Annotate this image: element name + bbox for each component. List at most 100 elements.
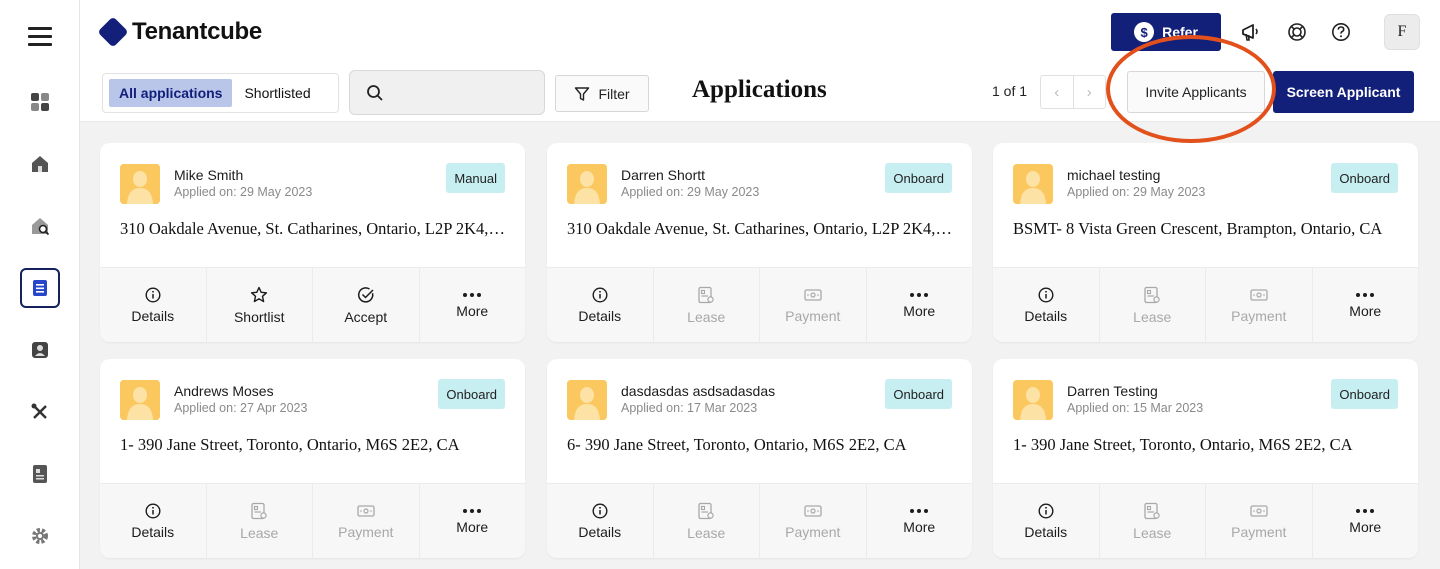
- status-badge: Onboard: [885, 163, 952, 193]
- more-icon: [1355, 508, 1375, 514]
- tab-shortlisted[interactable]: Shortlisted: [234, 79, 320, 107]
- sidebar-item-tenants[interactable]: [20, 330, 60, 370]
- action-label: Details: [131, 307, 175, 324]
- property-address: 1- 390 Jane Street, Toronto, Ontario, M6…: [120, 435, 460, 454]
- sidebar-item-documents[interactable]: [20, 454, 60, 494]
- payment-icon: [1249, 503, 1269, 519]
- shortlist-action-button[interactable]: Shortlist: [207, 268, 313, 342]
- action-label: More: [903, 302, 936, 319]
- help-icon: [1332, 23, 1350, 41]
- card-action-bar: Details Lease Payment More: [993, 267, 1418, 342]
- more-action-button[interactable]: More: [1313, 484, 1419, 558]
- applicant-avatar: [1013, 380, 1053, 420]
- applicant-name: Mike Smith: [174, 167, 244, 183]
- help-button[interactable]: [1329, 20, 1353, 44]
- payment-action-button[interactable]: Payment: [313, 484, 420, 558]
- star-icon: [250, 286, 268, 304]
- more-action-button[interactable]: More: [420, 268, 526, 342]
- application-card[interactable]: Andrews Moses Applied on: 27 Apr 2023 On…: [100, 359, 525, 558]
- sidebar-item-applications[interactable]: [20, 268, 60, 308]
- invite-applicants-button[interactable]: Invite Applicants: [1127, 71, 1265, 113]
- more-action-button[interactable]: More: [867, 484, 973, 558]
- more-action-button[interactable]: More: [1313, 268, 1419, 342]
- announcements-button[interactable]: [1239, 20, 1263, 44]
- previous-page-button[interactable]: ‹: [1041, 76, 1074, 108]
- more-icon: [462, 292, 482, 298]
- sidebar-item-settings[interactable]: [20, 516, 60, 556]
- search-box: [349, 70, 545, 115]
- applicant-avatar: [120, 164, 160, 204]
- menu-icon[interactable]: [28, 27, 52, 46]
- sidebar-item-listings[interactable]: [20, 206, 60, 246]
- details-action-button[interactable]: Details: [547, 268, 654, 342]
- clipboard-list-icon: [33, 280, 47, 296]
- status-badge: Onboard: [1331, 163, 1398, 193]
- refer-button[interactable]: $ Refer: [1111, 13, 1221, 51]
- application-card[interactable]: Mike Smith Applied on: 29 May 2023 Manua…: [100, 143, 525, 342]
- accept-action-button[interactable]: Accept: [313, 268, 420, 342]
- home-icon: [32, 156, 48, 172]
- sidebar-item-maintenance[interactable]: [20, 392, 60, 432]
- tab-all-applications[interactable]: All applications: [109, 79, 233, 107]
- details-action-button[interactable]: Details: [100, 484, 207, 558]
- user-avatar[interactable]: F: [1384, 14, 1420, 50]
- action-label: Lease: [1133, 524, 1172, 541]
- info-icon: [1038, 502, 1054, 519]
- action-label: Shortlist: [233, 308, 285, 325]
- details-action-button[interactable]: Details: [993, 268, 1100, 342]
- payment-action-button[interactable]: Payment: [760, 484, 867, 558]
- lease-action-button[interactable]: Lease: [207, 484, 313, 558]
- next-page-button[interactable]: ›: [1074, 76, 1106, 108]
- action-label: More: [1349, 518, 1382, 535]
- status-badge: Onboard: [885, 379, 952, 409]
- lease-icon: [697, 286, 715, 304]
- more-icon: [1355, 292, 1375, 298]
- application-card[interactable]: Darren Testing Applied on: 15 Mar 2023 O…: [993, 359, 1418, 558]
- property-address: 310 Oakdale Avenue, St. Catharines, Onta…: [567, 219, 955, 238]
- payment-action-button[interactable]: Payment: [1206, 268, 1313, 342]
- details-action-button[interactable]: Details: [547, 484, 654, 558]
- details-action-button[interactable]: Details: [100, 268, 207, 342]
- payment-action-button[interactable]: Payment: [760, 268, 867, 342]
- action-label: Details: [131, 523, 175, 540]
- lease-icon: [250, 502, 268, 520]
- lease-action-button[interactable]: Lease: [654, 268, 760, 342]
- support-button[interactable]: [1285, 20, 1309, 44]
- filter-button[interactable]: Filter: [555, 75, 649, 112]
- action-label: Details: [1024, 307, 1068, 324]
- applicant-avatar: [567, 380, 607, 420]
- applicant-name: Andrews Moses: [174, 383, 274, 399]
- action-label: More: [456, 302, 489, 319]
- action-label: Accept: [344, 308, 388, 325]
- payment-action-button[interactable]: Payment: [1206, 484, 1313, 558]
- payment-icon: [356, 503, 376, 519]
- sidebar-item-dashboard[interactable]: [20, 82, 60, 122]
- applicant-name: dasdasdas asdsadasdas: [621, 383, 776, 399]
- action-label: Payment: [1231, 307, 1287, 324]
- lease-action-button[interactable]: Lease: [1100, 484, 1206, 558]
- action-label: More: [903, 518, 936, 535]
- more-action-button[interactable]: More: [867, 268, 973, 342]
- application-card[interactable]: Darren Shortt Applied on: 29 May 2023 On…: [547, 143, 972, 342]
- details-action-button[interactable]: Details: [993, 484, 1100, 558]
- applied-date: Applied on: 15 Mar 2023: [1067, 401, 1204, 415]
- logo-mark-icon: [97, 16, 129, 48]
- property-address: 310 Oakdale Avenue, St. Catharines, Onta…: [120, 219, 508, 238]
- card-action-bar: Details Lease Payment More: [100, 483, 525, 558]
- screen-applicant-button[interactable]: Screen Applicant: [1273, 71, 1414, 113]
- applicant-name: michael testing: [1067, 167, 1161, 183]
- sidebar-item-properties[interactable]: [20, 144, 60, 184]
- more-icon: [909, 292, 929, 298]
- status-badge: Manual: [446, 163, 505, 193]
- card-action-bar: Details Lease Payment More: [993, 483, 1418, 558]
- application-card[interactable]: dasdasdas asdsadasdas Applied on: 17 Mar…: [547, 359, 972, 558]
- action-label: Payment: [785, 307, 841, 324]
- more-action-button[interactable]: More: [420, 484, 526, 558]
- brand-logo[interactable]: Tenantcube: [97, 16, 262, 48]
- lease-action-button[interactable]: Lease: [1100, 268, 1206, 342]
- search-input[interactable]: [392, 84, 532, 101]
- lease-action-button[interactable]: Lease: [654, 484, 760, 558]
- action-label: Details: [578, 307, 622, 324]
- pagination-text: 1 of 1: [992, 83, 1028, 99]
- application-card[interactable]: michael testing Applied on: 29 May 2023 …: [993, 143, 1418, 342]
